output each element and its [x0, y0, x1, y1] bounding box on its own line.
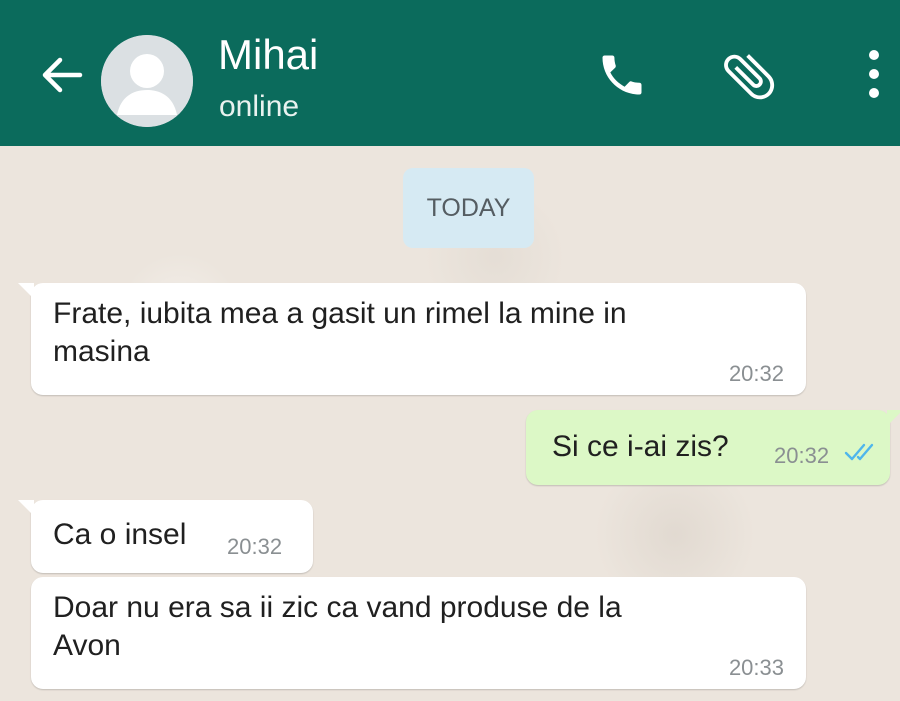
date-separator: TODAY	[403, 168, 534, 248]
chat-area[interactable]: TODAY Frate, iubita mea a gasit un rimel…	[0, 146, 900, 701]
message-text: Doar nu era sa ii zic ca vand produse de…	[53, 591, 622, 662]
message-time: 20:33	[728, 655, 784, 680]
paperclip-icon[interactable]	[718, 45, 780, 107]
outgoing-message[interactable]: Si ce i-ai zis? 20:32	[526, 410, 900, 485]
bubble-tail	[887, 410, 900, 426]
more-vertical-icon[interactable]	[862, 46, 886, 102]
incoming-message[interactable]: Doar nu era sa ii zic ca vand produse de…	[31, 577, 806, 689]
back-arrow-icon[interactable]	[38, 52, 86, 98]
message-time: 20:32	[227, 534, 283, 559]
message-text: Si ce i-ai zis?	[552, 430, 729, 463]
read-receipt-icon	[844, 443, 874, 461]
phone-icon[interactable]	[596, 49, 648, 101]
contact-name[interactable]: Mihai	[218, 30, 318, 80]
default-avatar-icon	[101, 35, 193, 127]
incoming-message[interactable]: Ca o insel 20:32	[18, 500, 313, 573]
bubble-tail	[18, 283, 34, 299]
bubble-tail	[18, 500, 34, 516]
message-time: 20:32	[774, 443, 830, 468]
incoming-message[interactable]: Frate, iubita mea a gasit un rimel la mi…	[18, 283, 806, 395]
message-text: Ca o insel	[53, 518, 187, 551]
contact-status: online	[219, 90, 300, 123]
chat-header: Mihai online	[0, 0, 900, 146]
message-text: Frate, iubita mea a gasit un rimel la mi…	[53, 297, 627, 368]
avatar[interactable]	[101, 35, 193, 127]
message-time: 20:32	[728, 361, 784, 386]
